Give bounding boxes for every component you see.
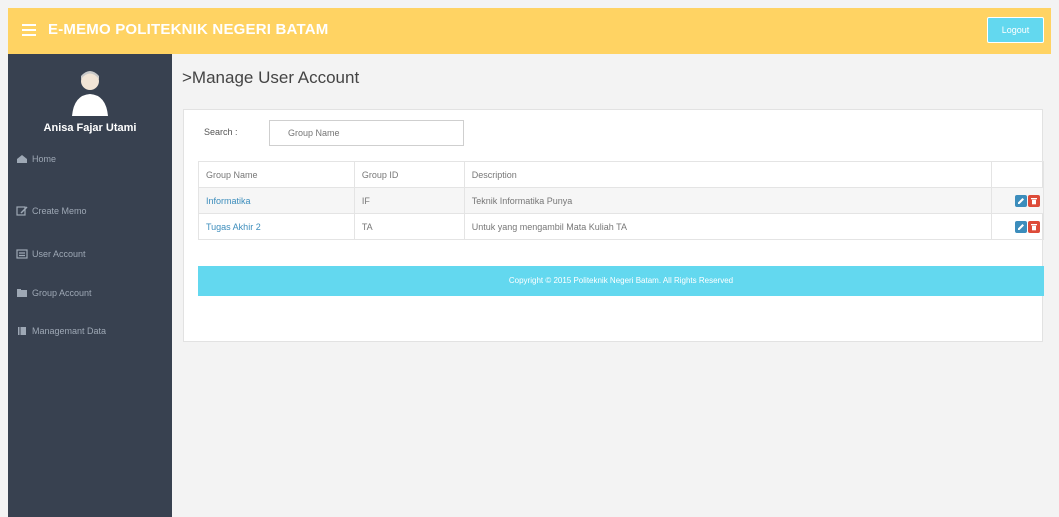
- user-name: Anisa Fajar Utami: [43, 122, 137, 134]
- cell-group-name[interactable]: Tugas Akhir 2: [198, 213, 355, 240]
- top-navbar: E-MEMO POLITEKNIK NEGERI BATAM Logout: [8, 8, 1051, 54]
- column-header-description: Description: [463, 161, 993, 188]
- cell-actions: [991, 213, 1044, 240]
- edit-button[interactable]: [1015, 220, 1027, 233]
- search-input[interactable]: [269, 120, 464, 146]
- home-icon: [17, 155, 27, 163]
- sidebar-item-label: Home: [32, 154, 57, 164]
- cell-description: Teknik Informatika Punya: [463, 187, 993, 214]
- table-row: Tugas Akhir 2 TA Untuk yang mengambil Ma…: [198, 213, 1044, 240]
- edit-icon: [16, 206, 28, 216]
- column-header-group-name: Group Name: [198, 161, 355, 188]
- sidebar-item-label: Create Memo: [32, 206, 87, 216]
- sidebar-item-label: Group Account: [32, 288, 92, 298]
- app-title: E-MEMO POLITEKNIK NEGERI BATAM: [48, 21, 329, 38]
- search-label: Search :: [204, 127, 238, 137]
- sidebar-item-label: User Account: [32, 249, 86, 259]
- page-title: >Manage User Account: [182, 68, 360, 87]
- delete-button[interactable]: [1028, 220, 1040, 233]
- edit-button[interactable]: [1015, 194, 1027, 207]
- book-icon: [18, 327, 26, 335]
- cell-group-id: IF: [353, 187, 465, 214]
- content-panel: Search : Group Name Group ID Description…: [183, 109, 1044, 342]
- logout-button[interactable]: Logout: [987, 17, 1044, 43]
- sidebar-item-label: Managemant Data: [32, 326, 107, 336]
- sidebar-item-create-memo[interactable]: Create Memo: [16, 202, 87, 220]
- sidebar: Anisa Fajar Utami Home Create Memo User …: [8, 54, 172, 517]
- avatar: [68, 62, 112, 116]
- sidebar-item-managemant-data[interactable]: Managemant Data: [16, 322, 106, 340]
- cell-group-id: TA: [353, 213, 465, 240]
- sidebar-item-group-account[interactable]: Group Account: [16, 284, 92, 302]
- trash-icon: [1031, 223, 1037, 230]
- hamburger-menu-icon[interactable]: [22, 24, 36, 36]
- pencil-icon: [1018, 223, 1024, 230]
- column-header-group-id: Group ID: [353, 161, 465, 188]
- cell-group-name[interactable]: Informatika: [198, 187, 355, 214]
- table-header-row: Group Name Group ID Description: [198, 161, 1044, 188]
- footer-bar: Copyright © 2015 Politeknik Negeri Batam…: [198, 266, 1044, 296]
- cell-description: Untuk yang mengambil Mata Kuliah TA: [463, 213, 993, 240]
- user-list-icon: [16, 249, 28, 259]
- trash-icon: [1031, 197, 1037, 204]
- column-header-actions: [991, 161, 1044, 188]
- table-row: Informatika IF Teknik Informatika Punya: [198, 187, 1044, 214]
- group-table: Group Name Group ID Description Informat…: [198, 161, 1044, 240]
- sidebar-item-home[interactable]: Home: [16, 150, 56, 168]
- cell-actions: [991, 187, 1044, 214]
- delete-button[interactable]: [1028, 194, 1040, 207]
- group-icon: [17, 289, 27, 297]
- pencil-icon: [1018, 197, 1024, 204]
- sidebar-item-user-account[interactable]: User Account: [16, 245, 86, 263]
